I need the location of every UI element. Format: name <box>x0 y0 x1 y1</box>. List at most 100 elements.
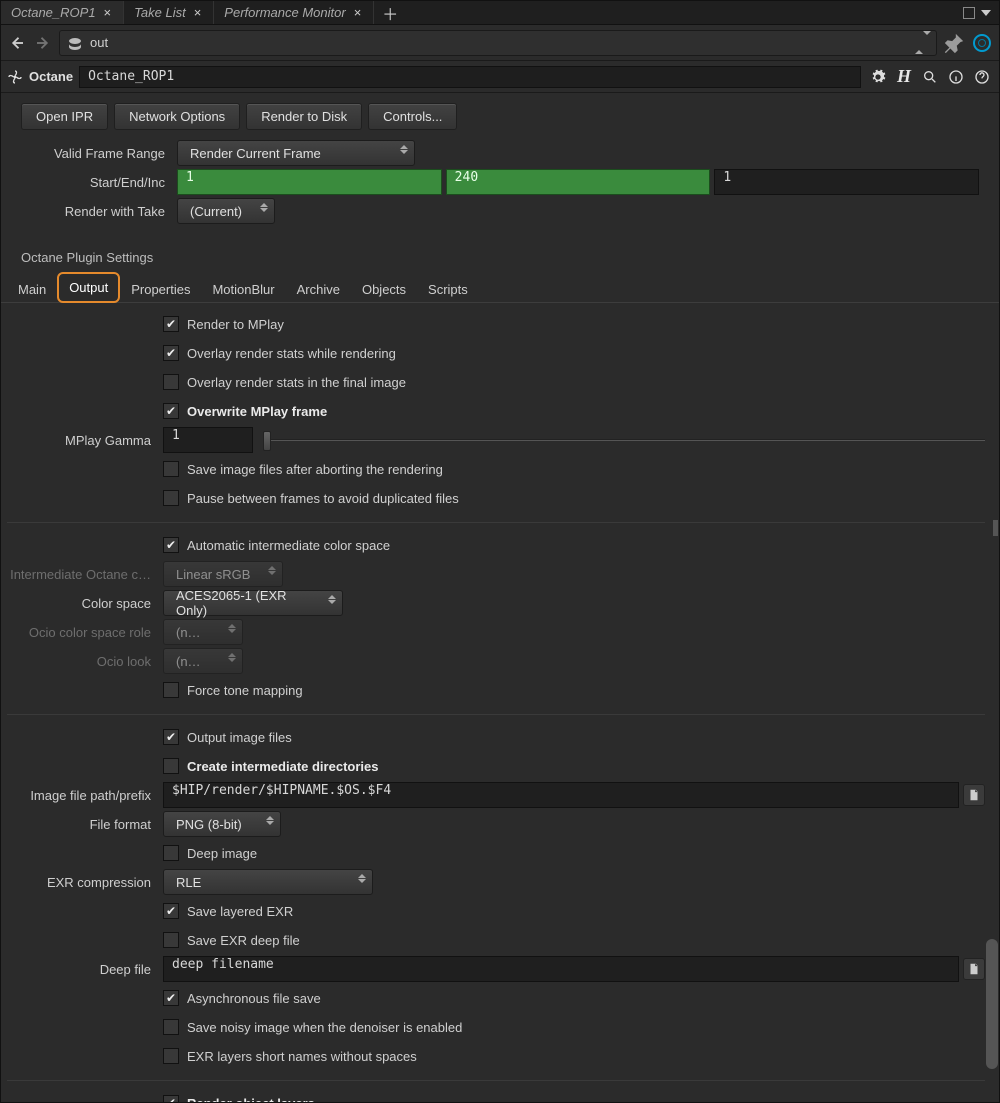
maximize-icon[interactable] <box>963 7 975 19</box>
save-after-abort-checkbox[interactable] <box>163 461 179 477</box>
frame-inc-input[interactable]: 1 <box>714 169 979 195</box>
search-icon[interactable] <box>919 66 941 88</box>
menu-dropdown-icon[interactable] <box>981 10 991 16</box>
image-path-input[interactable]: $HIP/render/$HIPNAME.$OS.$F4 <box>163 782 959 808</box>
file-format-dropdown[interactable]: PNG (8-bit) <box>163 811 281 837</box>
valid-frame-range-dropdown[interactable]: Render Current Frame <box>177 140 415 166</box>
async-save-label: Asynchronous file save <box>187 991 321 1006</box>
render-mplay-checkbox[interactable] <box>163 316 179 332</box>
valid-frame-range-label: Valid Frame Range <box>21 146 177 161</box>
window-tab-label: Octane_ROP1 <box>11 5 96 20</box>
output-image-files-label: Output image files <box>187 730 292 745</box>
exr-short-names-label: EXR layers short names without spaces <box>187 1049 417 1064</box>
exr-short-names-checkbox[interactable] <box>163 1048 179 1064</box>
save-after-abort-label: Save image files after aborting the rend… <box>187 462 443 477</box>
image-path-label: Image file path/prefix <box>7 788 163 803</box>
frame-start-input[interactable]: 1 <box>177 169 442 195</box>
file-format-label: File format <box>7 817 163 832</box>
pause-frames-checkbox[interactable] <box>163 490 179 506</box>
scroll-indicator[interactable] <box>993 520 998 536</box>
auto-intermediate-checkbox[interactable] <box>163 537 179 553</box>
async-save-checkbox[interactable] <box>163 990 179 1006</box>
overlay-while-label: Overlay render stats while rendering <box>187 346 396 361</box>
overlay-while-checkbox[interactable] <box>163 345 179 361</box>
window-tab-octane[interactable]: Octane_ROP1 × <box>1 1 124 24</box>
browse-file-button[interactable] <box>963 958 985 980</box>
save-layered-exr-label: Save layered EXR <box>187 904 293 919</box>
path-history-dropdown[interactable] <box>916 35 930 50</box>
save-exr-deep-checkbox[interactable] <box>163 932 179 948</box>
back-button[interactable] <box>7 33 27 53</box>
color-space-label: Color space <box>7 596 163 611</box>
mplay-gamma-slider[interactable] <box>257 427 985 453</box>
dropdown-value: Linear sRGB <box>176 567 250 582</box>
pin-icon[interactable] <box>943 32 965 54</box>
close-icon[interactable]: × <box>352 5 364 20</box>
mplay-gamma-input[interactable]: 1 <box>163 427 253 453</box>
save-layered-exr-checkbox[interactable] <box>163 903 179 919</box>
create-dirs-checkbox[interactable] <box>163 758 179 774</box>
window-tab-perfmon[interactable]: Performance Monitor × <box>214 1 374 24</box>
add-tab-button[interactable]: ＋ <box>374 1 406 25</box>
render-to-disk-button[interactable]: Render to Disk <box>246 103 362 130</box>
save-noisy-checkbox[interactable] <box>163 1019 179 1035</box>
save-noisy-label: Save noisy image when the denoiser is en… <box>187 1020 462 1035</box>
info-icon[interactable] <box>945 66 967 88</box>
controls-button[interactable]: Controls... <box>368 103 457 130</box>
dropdown-value: (Current) <box>190 204 242 219</box>
intermediate-color-dropdown: Linear sRGB <box>163 561 283 587</box>
overlay-final-checkbox[interactable] <box>163 374 179 390</box>
help-icon[interactable] <box>971 66 993 88</box>
tab-main[interactable]: Main <box>7 275 57 303</box>
ocio-role-label: Ocio color space role <box>7 625 163 640</box>
forward-button[interactable] <box>33 33 53 53</box>
frame-end-input[interactable]: 240 <box>446 169 711 195</box>
render-with-take-dropdown[interactable]: (Current) <box>177 198 275 224</box>
close-icon[interactable]: × <box>192 5 204 20</box>
render-object-layers-checkbox[interactable] <box>163 1095 179 1102</box>
network-options-button[interactable]: Network Options <box>114 103 240 130</box>
output-image-files-checkbox[interactable] <box>163 729 179 745</box>
target-icon[interactable] <box>971 32 993 54</box>
dropdown-value: PNG (8-bit) <box>176 817 242 832</box>
auto-intermediate-label: Automatic intermediate color space <box>187 538 390 553</box>
open-ipr-button[interactable]: Open IPR <box>21 103 108 130</box>
houdini-icon[interactable]: H <box>893 66 915 88</box>
path-text: out <box>90 35 108 50</box>
deep-image-label: Deep image <box>187 846 257 861</box>
gear-icon[interactable] <box>867 66 889 88</box>
tab-output[interactable]: Output <box>57 272 120 303</box>
dropdown-value: Render Current Frame <box>190 146 321 161</box>
fan-icon <box>7 69 23 85</box>
intermediate-color-label: Intermediate Octane c… <box>7 567 163 582</box>
exr-compression-dropdown[interactable]: RLE <box>163 869 373 895</box>
save-exr-deep-label: Save EXR deep file <box>187 933 300 948</box>
tab-archive[interactable]: Archive <box>286 275 351 303</box>
window-tab-label: Take List <box>134 5 186 20</box>
ocio-look-dropdown: (n… <box>163 648 243 674</box>
vertical-scrollbar[interactable] <box>986 939 998 1099</box>
tab-motionblur[interactable]: MotionBlur <box>201 275 285 303</box>
node-name-field[interactable]: Octane_ROP1 <box>79 66 861 88</box>
close-icon[interactable]: × <box>102 5 114 20</box>
color-space-dropdown[interactable]: ACES2065-1 (EXR Only) <box>163 590 343 616</box>
tab-properties[interactable]: Properties <box>120 275 201 303</box>
dropdown-value: (n… <box>176 625 201 640</box>
overwrite-mplay-checkbox[interactable] <box>163 403 179 419</box>
tab-objects[interactable]: Objects <box>351 275 417 303</box>
ocio-look-label: Ocio look <box>7 654 163 669</box>
deep-image-checkbox[interactable] <box>163 845 179 861</box>
deep-file-input[interactable]: deep filename <box>163 956 959 982</box>
force-tone-checkbox[interactable] <box>163 682 179 698</box>
node-type-label: Octane <box>29 69 73 84</box>
dropdown-value: (n… <box>176 654 201 669</box>
browse-file-button[interactable] <box>963 784 985 806</box>
path-field[interactable]: out <box>59 30 937 56</box>
render-mplay-label: Render to MPlay <box>187 317 284 332</box>
tab-scripts[interactable]: Scripts <box>417 275 479 303</box>
start-end-inc-label: Start/End/Inc <box>21 175 177 190</box>
overlay-final-label: Overlay render stats in the final image <box>187 375 406 390</box>
window-tab-takelist[interactable]: Take List × <box>124 1 214 24</box>
node-type-icon <box>66 35 84 51</box>
exr-compression-label: EXR compression <box>7 875 163 890</box>
